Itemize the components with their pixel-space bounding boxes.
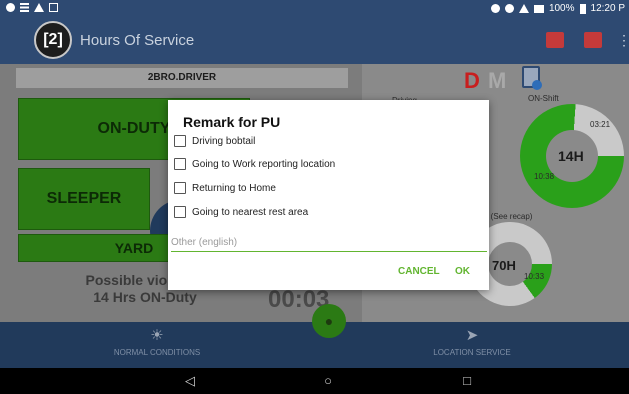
recents-icon[interactable]: □ bbox=[459, 373, 475, 389]
location-icon bbox=[490, 4, 500, 13]
truck-icon[interactable] bbox=[584, 32, 602, 48]
option-label: Going to nearest rest area bbox=[192, 206, 309, 218]
option-returning-home[interactable]: Returning to Home bbox=[174, 179, 276, 197]
wifi-icon bbox=[6, 3, 15, 12]
notification-icon bbox=[20, 3, 29, 12]
warning-icon bbox=[34, 3, 44, 12]
nav-location-service-label: LOCATION SERVICE bbox=[433, 348, 511, 357]
ok-button[interactable]: OK bbox=[455, 266, 470, 277]
clock: 12:20 P bbox=[590, 3, 625, 14]
option-label: Driving bobtail bbox=[192, 135, 256, 147]
status-icons-left bbox=[6, 3, 58, 12]
driver-name[interactable]: 2BRO.DRIVER bbox=[16, 68, 348, 88]
status-icons-right: 100% 12:20 P bbox=[490, 3, 625, 14]
donut-14h-center: 14H bbox=[558, 148, 584, 164]
checkbox[interactable] bbox=[174, 206, 186, 218]
dialog-title: Remark for PU bbox=[183, 114, 281, 130]
status-bar: 100% 12:20 P bbox=[0, 0, 629, 18]
back-icon[interactable]: ◁ bbox=[182, 373, 198, 389]
donut-14h-top-value: 03:21 bbox=[590, 120, 611, 129]
sync-icon bbox=[504, 4, 514, 13]
checkbox[interactable] bbox=[174, 182, 186, 194]
cancel-button[interactable]: CANCEL bbox=[398, 266, 440, 277]
option-label: Going to Work reporting location bbox=[192, 158, 336, 170]
inspection-icon[interactable] bbox=[546, 32, 564, 48]
see-recap-label[interactable]: e (See recap) bbox=[484, 212, 532, 221]
app-logo: [2] bbox=[34, 21, 72, 59]
violation-line-2: 14 Hrs ON-Duty bbox=[93, 289, 197, 305]
nav-normal-conditions[interactable]: ☀ NORMAL CONDITIONS bbox=[0, 322, 314, 368]
person-icon: ● bbox=[324, 313, 334, 329]
nav-normal-conditions-label: NORMAL CONDITIONS bbox=[113, 348, 201, 357]
on-shift-label: ON-Shift bbox=[528, 94, 559, 103]
cell-signal-icon bbox=[533, 4, 544, 13]
android-nav-bar: ◁ ○ □ bbox=[0, 368, 629, 394]
sun-icon: ☀ bbox=[150, 327, 164, 344]
m-indicator: M bbox=[488, 68, 507, 93]
home-icon[interactable]: ○ bbox=[320, 373, 336, 389]
location-off-icon: ➤ bbox=[465, 327, 479, 344]
check-badge-icon bbox=[532, 80, 542, 90]
d-indicator: D bbox=[464, 68, 480, 93]
battery-percent: 100% bbox=[548, 3, 575, 14]
other-remark-input[interactable] bbox=[171, 234, 487, 252]
donut-70h-center: 70H bbox=[492, 258, 516, 273]
driver-fab[interactable]: ● bbox=[312, 304, 346, 338]
donut-14h-bottom-value: 10:38 bbox=[534, 172, 555, 181]
app-bar: [2] Hours Of Service ⋮ bbox=[0, 18, 629, 64]
option-label: Returning to Home bbox=[192, 182, 276, 194]
donut-70h-value: 10:33 bbox=[524, 272, 545, 281]
overflow-menu-icon[interactable]: ⋮ bbox=[617, 32, 629, 48]
remark-dialog: Remark for PU Driving bobtail Going to W… bbox=[168, 100, 489, 290]
sleeper-button[interactable]: SLEEPER bbox=[18, 168, 150, 230]
nav-location-service[interactable]: ➤ LOCATION SERVICE bbox=[315, 322, 629, 368]
checkbox[interactable] bbox=[174, 135, 186, 147]
wifi-signal-icon bbox=[518, 4, 529, 13]
image-icon bbox=[49, 3, 58, 12]
option-driving-bobtail[interactable]: Driving bobtail bbox=[174, 132, 255, 150]
battery-icon bbox=[579, 3, 586, 14]
option-work-reporting-location[interactable]: Going to Work reporting location bbox=[174, 155, 335, 173]
option-nearest-rest-area[interactable]: Going to nearest rest area bbox=[174, 203, 308, 221]
checkbox[interactable] bbox=[174, 158, 186, 170]
app-title: Hours Of Service bbox=[80, 32, 195, 49]
